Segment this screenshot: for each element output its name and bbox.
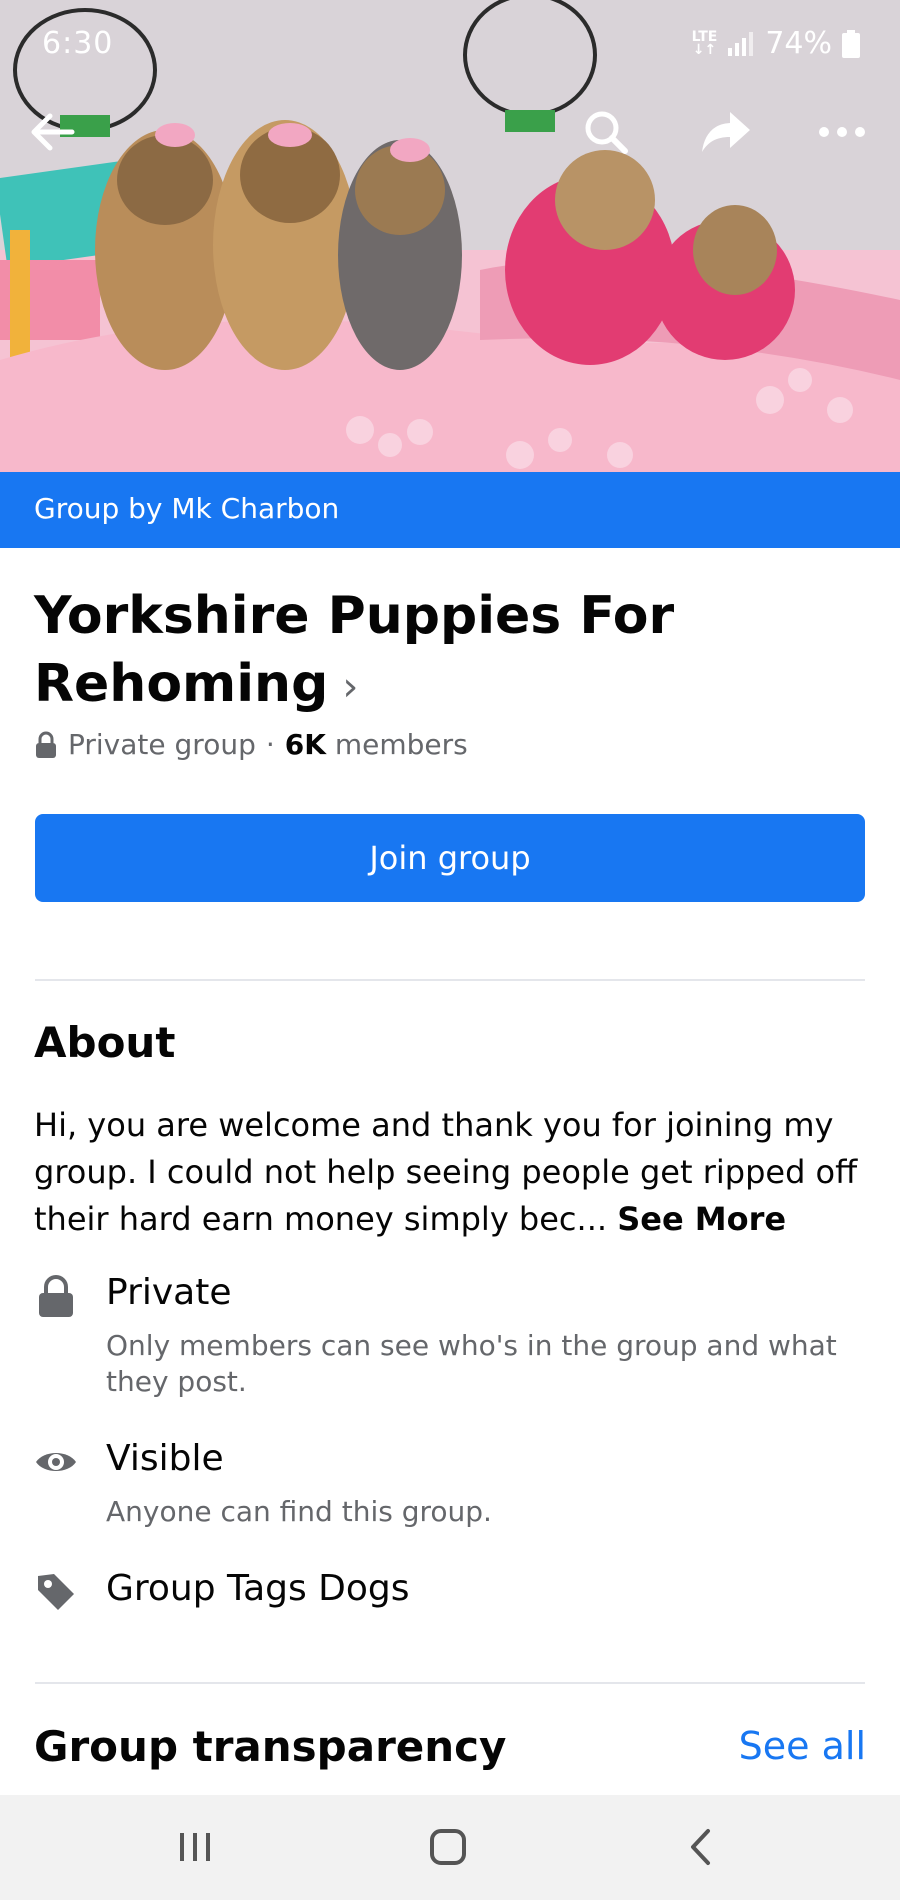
group-by-banner[interactable]: Group by Mk Charbon — [0, 472, 900, 548]
privacy-label: Private group — [68, 728, 256, 761]
private-subtitle: Only members can see who's in the group … — [106, 1329, 837, 1398]
status-icons: LTE ↓↑ 74% — [692, 26, 860, 61]
arrow-left-icon — [31, 113, 75, 151]
back-button[interactable] — [20, 100, 84, 164]
search-icon — [585, 111, 628, 154]
cover-photo: 6:30 LTE ↓↑ 74% — [0, 0, 900, 472]
search-button[interactable] — [574, 100, 638, 164]
more-dots-icon — [819, 127, 865, 137]
eye-icon — [36, 1453, 76, 1471]
home-button[interactable] — [418, 1821, 478, 1873]
share-icon — [702, 112, 750, 152]
visible-subtitle: Anyone can find this group. — [106, 1495, 492, 1528]
system-back-button[interactable] — [670, 1821, 730, 1873]
battery-percent: 74% — [765, 26, 832, 61]
group-title[interactable]: Yorkshire Puppies For Rehoming › — [34, 582, 794, 721]
about-description: Hi, you are welcome and thank you for jo… — [34, 1106, 858, 1238]
private-title: Private — [106, 1272, 232, 1313]
group-tags: Group Tags Dogs — [106, 1568, 410, 1609]
status-bar: 6:30 LTE ↓↑ 74% — [0, 0, 900, 90]
more-options-button[interactable] — [810, 100, 874, 164]
signal-icon — [728, 31, 754, 56]
recent-apps-icon — [180, 1833, 210, 1861]
lock-icon — [39, 1275, 73, 1317]
recent-apps-button[interactable] — [165, 1821, 225, 1873]
tag-icon — [38, 1574, 74, 1610]
info-private: Private Only members can see who's in th… — [34, 1272, 874, 1398]
about-heading: About — [34, 1018, 176, 1067]
share-button[interactable] — [694, 100, 758, 164]
info-visible: Visible Anyone can find this group. — [34, 1438, 874, 1528]
visible-title: Visible — [106, 1438, 224, 1479]
lte-indicator: LTE ↓↑ — [691, 28, 718, 58]
group-transparency-heading: Group transparency — [34, 1722, 507, 1771]
home-icon — [430, 1829, 466, 1865]
join-group-button[interactable]: Join group — [35, 814, 865, 902]
status-time: 6:30 — [42, 26, 114, 61]
meta-separator: · — [265, 728, 275, 761]
member-count[interactable]: 6K members — [285, 728, 468, 761]
group-meta: Private group · 6K members — [34, 728, 468, 761]
chevron-right-icon: › — [342, 664, 359, 710]
system-nav-bar — [0, 1795, 900, 1900]
see-more-link[interactable]: See More — [617, 1200, 786, 1238]
divider — [35, 1682, 865, 1684]
divider — [35, 979, 865, 981]
see-all-link[interactable]: See all — [739, 1724, 866, 1768]
lock-icon — [36, 731, 56, 758]
info-tags[interactable]: Group Tags Dogs — [34, 1568, 874, 1628]
battery-icon — [842, 29, 860, 58]
chevron-left-icon — [691, 1829, 710, 1865]
